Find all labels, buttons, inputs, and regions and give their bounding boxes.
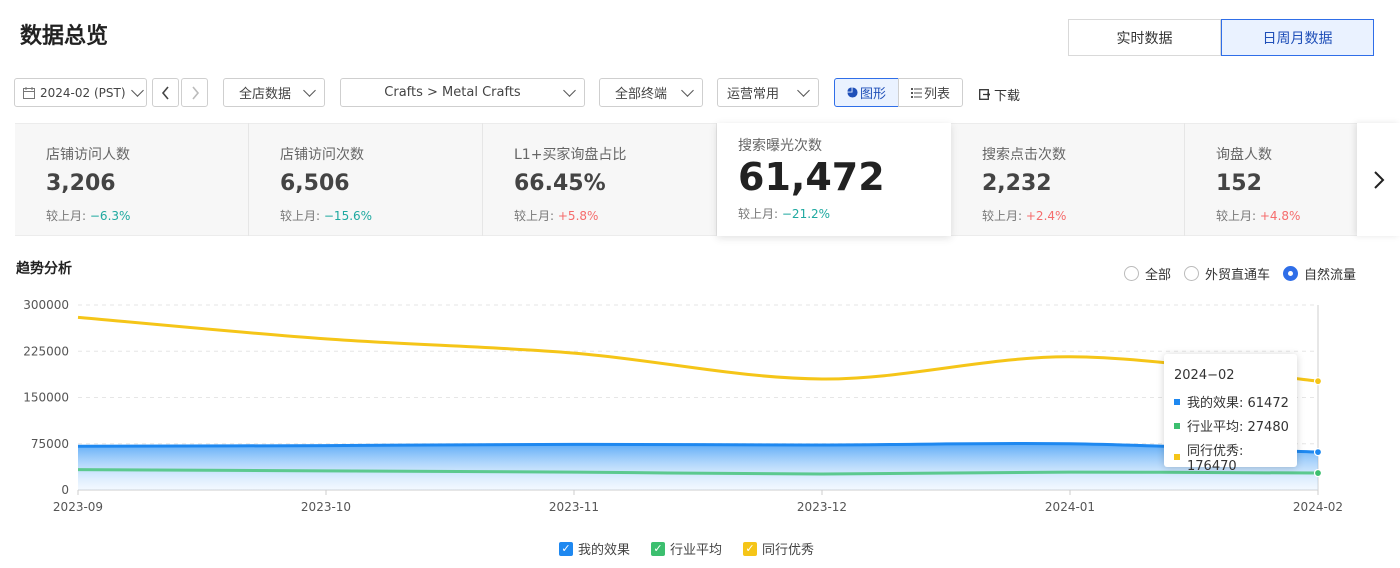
chevron-right-icon: [1373, 170, 1384, 189]
store-scope-select[interactable]: 全店数据: [223, 78, 325, 107]
y-tick-label: 0: [61, 483, 69, 497]
metric-card-search-clicks[interactable]: 搜索点击次数 2,232 较上月: +2.4%: [951, 123, 1185, 236]
metric-value: 3,206: [46, 171, 116, 196]
x-tick-label: 2024-02: [1293, 500, 1343, 514]
metric-label: 店铺访问次数: [280, 147, 364, 163]
metrics-next-button[interactable]: [1357, 123, 1400, 236]
metric-compare: 较上月: +2.4%: [982, 209, 1067, 223]
metric-value: 66.45%: [514, 171, 606, 196]
legend-item-mine[interactable]: ✓ 我的效果: [559, 539, 630, 558]
legend-item-industry[interactable]: ✓ 行业平均: [651, 539, 722, 558]
check-icon: ✓: [559, 541, 573, 556]
list-icon: [910, 87, 922, 98]
metric-value: 2,232: [982, 171, 1052, 196]
list-view-button[interactable]: 列表: [898, 78, 963, 107]
radio-p4p-indicator: [1184, 266, 1199, 281]
ops-preset-select[interactable]: 运营常用: [717, 78, 819, 107]
metric-label: 搜索点击次数: [982, 147, 1066, 163]
metric-compare: 较上月: +4.8%: [1216, 209, 1301, 223]
ops-preset-value: 运营常用: [727, 87, 780, 102]
radio-organic-indicator: [1283, 266, 1298, 281]
prev-month-button[interactable]: [152, 78, 179, 107]
metric-label: L1+买家询盘占比: [514, 147, 627, 163]
metric-card-store-visits[interactable]: 店铺访问次数 6,506 较上月: −15.6%: [249, 123, 483, 236]
y-tick-label: 150000: [23, 391, 69, 405]
metric-label: 店铺访问人数: [46, 147, 130, 163]
download-icon: [979, 89, 990, 100]
chart-view-label: 图形: [859, 87, 886, 102]
data-point: [1313, 377, 1323, 386]
chevron-down-icon: [303, 84, 316, 97]
date-picker[interactable]: 2024-02 (PST): [14, 78, 147, 107]
legend-item-top[interactable]: ✓ 同行优秀: [743, 539, 814, 558]
x-tick-label: 2023-12: [797, 500, 847, 514]
metric-compare: 较上月: −6.3%: [46, 209, 131, 223]
metric-card-store-visitors[interactable]: 店铺访问人数 3,206 较上月: −6.3%: [15, 123, 249, 236]
metric-value: 61,472: [738, 155, 885, 199]
metric-compare: 较上月: −21.2%: [738, 207, 831, 221]
metric-value: 6,506: [280, 171, 350, 196]
check-icon: ✓: [651, 541, 665, 556]
chevron-left-icon: [161, 85, 169, 100]
chevron-right-icon: [191, 85, 199, 100]
category-value: Crafts > Metal Crafts: [384, 85, 521, 100]
metric-label: 搜索曝光次数: [738, 138, 822, 154]
date-value: 2024-02 (PST): [40, 85, 126, 100]
tooltip-row-industry: 行业平均: 27480: [1174, 416, 1289, 435]
trend-section-title: 趋势分析: [16, 261, 72, 277]
metric-card-search-impressions[interactable]: 搜索曝光次数 61,472 较上月: −21.2%: [717, 123, 951, 236]
pie-chart-icon: [847, 87, 858, 98]
radio-all[interactable]: 全部: [1124, 264, 1171, 283]
store-scope-value: 全店数据: [239, 87, 292, 102]
chevron-down-icon: [563, 84, 576, 97]
tooltip-title: 2024−02: [1174, 368, 1235, 383]
download-button[interactable]: 下载: [979, 85, 1020, 104]
metric-card-l1-inquiry-ratio[interactable]: L1+买家询盘占比 66.45% 较上月: +5.8%: [483, 123, 717, 236]
chart-tooltip: 2024−02 我的效果: 61472 行业平均: 27480 同行优秀: 17…: [1164, 354, 1297, 474]
category-select[interactable]: Crafts > Metal Crafts: [340, 78, 585, 107]
chevron-down-icon: [131, 84, 144, 97]
check-icon: ✓: [743, 541, 757, 556]
data-point: [1313, 447, 1323, 457]
chevron-down-icon: [681, 84, 694, 97]
chevron-down-icon: [797, 84, 810, 97]
x-tick-label: 2024-01: [1045, 500, 1095, 514]
series-area-mine: [78, 443, 1318, 490]
list-view-label: 列表: [923, 87, 950, 102]
tooltip-row-top: 同行优秀: 176470: [1174, 440, 1297, 474]
terminal-value: 全部终端: [615, 87, 668, 102]
realtime-data-button[interactable]: 实时数据: [1068, 19, 1221, 56]
radio-organic[interactable]: 自然流量: [1283, 264, 1356, 283]
series-line-top: [77, 315, 1319, 383]
radio-p4p[interactable]: 外贸直通车: [1184, 264, 1270, 283]
radio-all-indicator: [1124, 266, 1139, 281]
terminal-select[interactable]: 全部终端: [599, 78, 703, 107]
x-tick-label: 2023-10: [301, 500, 351, 514]
metric-value: 152: [1216, 171, 1262, 196]
mode-toggle: 实时数据 日周月数据: [1068, 19, 1374, 56]
metric-compare: 较上月: −15.6%: [280, 209, 373, 223]
calendar-icon: [23, 86, 35, 99]
page-title: 数据总览: [20, 24, 109, 49]
data-point: [1313, 468, 1323, 478]
chart-view-button[interactable]: 图形: [834, 78, 899, 107]
x-tick-label: 2023-09: [53, 500, 103, 514]
tooltip-row-mine: 我的效果: 61472: [1174, 392, 1289, 411]
metric-compare: 较上月: +5.8%: [514, 209, 599, 223]
period-data-button[interactable]: 日周月数据: [1221, 19, 1374, 56]
next-month-button[interactable]: [181, 78, 208, 107]
download-label: 下载: [994, 89, 1021, 104]
y-tick-label: 75000: [31, 437, 69, 451]
y-tick-label: 225000: [23, 344, 69, 358]
x-tick-label: 2023-11: [549, 500, 599, 514]
metric-label: 询盘人数: [1216, 147, 1272, 163]
y-tick-label: 300000: [23, 298, 69, 312]
